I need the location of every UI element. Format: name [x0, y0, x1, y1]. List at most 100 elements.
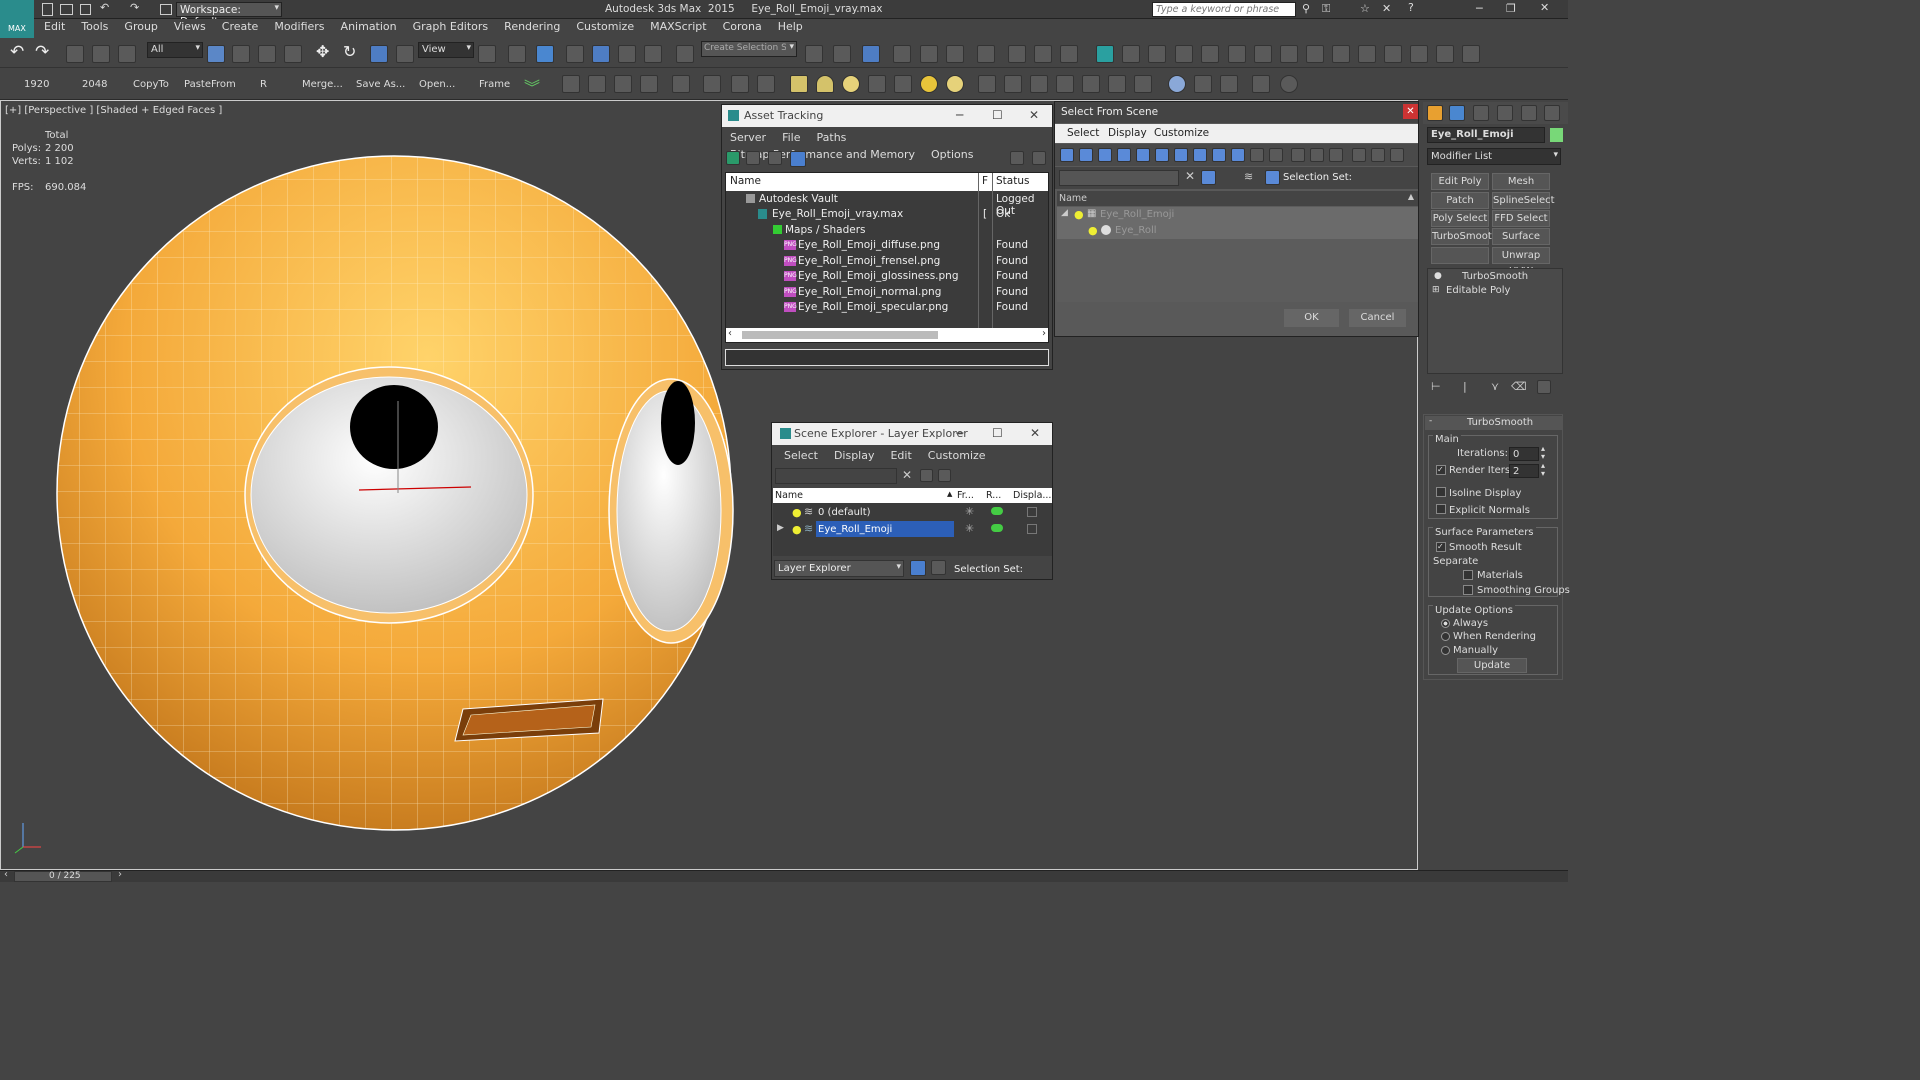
material-sphere-icon[interactable] [1168, 75, 1186, 93]
render-iters-input[interactable]: 2 [1509, 464, 1539, 478]
light-icon[interactable] [1096, 45, 1114, 63]
asset-menu-paths[interactable]: Paths [809, 129, 855, 146]
shelf-tool-icon[interactable] [562, 75, 580, 93]
spline-select-button[interactable]: SplineSelect [1492, 192, 1555, 209]
minimize-icon[interactable]: ─ [956, 108, 963, 122]
shelf-r[interactable]: R [260, 79, 267, 90]
shelf-2048[interactable]: 2048 [82, 79, 107, 90]
bitmap-icon[interactable] [1201, 45, 1219, 63]
show-end-result-icon[interactable]: | [1463, 380, 1467, 393]
workspace-dropdown[interactable]: Workspace: Default ▾ [176, 2, 282, 28]
shelf-tool-icon[interactable] [1194, 75, 1212, 93]
clear-search-icon[interactable]: ✕ [1185, 169, 1195, 183]
shelf-tool-icon[interactable] [1004, 75, 1022, 93]
grid-icon[interactable] [1306, 45, 1324, 63]
select-object-icon[interactable] [207, 45, 225, 63]
new-icon[interactable] [42, 3, 53, 16]
angle-snap-icon[interactable] [592, 45, 610, 63]
hierarchy-toggle-icon[interactable] [1265, 170, 1280, 185]
named-selection-dropdown[interactable]: Create Selection Se ▾ [701, 41, 797, 57]
le-menu-customize[interactable]: Customize [920, 447, 994, 464]
camera-icon[interactable] [1228, 45, 1246, 63]
menu-create[interactable]: Create [214, 19, 267, 34]
sfs-list-header[interactable]: Name ▲ [1057, 191, 1418, 206]
manipulate-icon[interactable] [508, 45, 526, 63]
restore-icon[interactable]: ❐ [1506, 2, 1516, 15]
utilities-tab-icon[interactable] [1544, 105, 1560, 121]
display-all-icon[interactable] [1291, 148, 1305, 162]
sfs-menu-customize[interactable]: Customize [1154, 127, 1209, 139]
layer-manager-icon[interactable] [862, 45, 880, 63]
unlink-icon[interactable] [92, 45, 110, 63]
maximize-icon[interactable]: ☐ [992, 426, 1003, 440]
wire-icon[interactable] [1436, 45, 1454, 63]
sfs-cancel-button[interactable]: Cancel [1349, 309, 1406, 327]
scroll-left-icon[interactable]: ‹ [728, 328, 732, 339]
table-row[interactable]: PNG Eye_Roll_Emoji_glossiness.png Found [726, 269, 1048, 284]
filter-bones-icon[interactable] [1212, 148, 1226, 162]
ffd-select-button[interactable]: FFD Select [1492, 210, 1550, 227]
table-row[interactable]: Autodesk Vault Logged Out [726, 192, 1048, 217]
shelf-frame[interactable]: Frame [479, 79, 510, 90]
shelf-tool-icon[interactable] [1030, 75, 1048, 93]
maximize-icon[interactable]: ☐ [992, 108, 1003, 122]
teapot-icon[interactable] [1254, 45, 1272, 63]
smoothing-groups-checkbox[interactable] [1463, 585, 1473, 595]
shelf-tool-icon[interactable] [672, 75, 690, 93]
menu-views[interactable]: Views [166, 19, 214, 34]
keyboard-shortcut-icon[interactable] [536, 45, 554, 63]
create-tab-icon[interactable] [1427, 105, 1443, 121]
shelf-tool-icon[interactable] [868, 75, 886, 93]
sfs-menu-select[interactable]: Select [1067, 127, 1099, 139]
layer-explorer-titlebar[interactable]: Scene Explorer - Layer Explorer ─ ☐ ✕ [772, 423, 1052, 445]
schematic-view-icon[interactable] [946, 45, 964, 63]
help-icon[interactable]: ? [1408, 1, 1414, 14]
asset-menu-file[interactable]: File [774, 129, 808, 146]
undo-icon[interactable]: ↶ [100, 1, 109, 14]
smooth-result-checkbox[interactable]: ✓ [1436, 542, 1446, 552]
horizontal-scrollbar[interactable]: ‹ › [726, 328, 1048, 342]
ribbon-icon[interactable] [893, 45, 911, 63]
details-icon[interactable] [768, 151, 782, 165]
select-by-name-icon[interactable] [232, 45, 250, 63]
sun-light-icon[interactable] [920, 75, 938, 93]
clear-search-icon[interactable]: ✕ [902, 468, 912, 482]
viewport-icon[interactable] [1358, 45, 1376, 63]
shelf-tool-icon[interactable] [978, 75, 996, 93]
freeze-icon[interactable]: ✳ [965, 522, 974, 535]
display-none-icon[interactable] [1310, 148, 1324, 162]
close-icon[interactable]: ✕ [1029, 108, 1039, 122]
ref-coord-dropdown[interactable]: View ▾ [418, 42, 474, 58]
shelf-tool-icon[interactable] [1134, 75, 1152, 93]
spinner-snap-icon[interactable] [644, 45, 662, 63]
shelf-tool-icon[interactable] [1252, 75, 1270, 93]
light-bulb-icon[interactable]: ● [1074, 208, 1084, 221]
refresh-icon[interactable] [1280, 45, 1298, 63]
configure-sets-icon[interactable] [1537, 380, 1551, 394]
hierarchy-mode-icon[interactable] [931, 560, 946, 575]
star-icon[interactable]: ☆ [1360, 2, 1370, 15]
key-icon[interactable]: ⚿ [1322, 2, 1330, 16]
rendered-frame-icon[interactable] [1034, 45, 1052, 63]
table-row[interactable]: Maps / Shaders [726, 223, 1048, 238]
sphere-icon[interactable] [842, 75, 860, 93]
project-folder-icon[interactable] [160, 4, 172, 15]
menu-group[interactable]: Group [116, 19, 166, 34]
motion-tab-icon[interactable] [1497, 105, 1513, 121]
help-icon[interactable] [1032, 151, 1046, 165]
isoline-checkbox[interactable] [1436, 487, 1446, 497]
redo-button-icon[interactable]: ↷ [35, 42, 49, 62]
layer-row[interactable]: ▶ ● ≋ Eye_Roll_Emoji ✳ [773, 521, 1052, 538]
minimize-icon[interactable]: ─ [1476, 2, 1483, 15]
col-status[interactable]: Status [996, 175, 1029, 187]
close-icon[interactable]: ✕ [1540, 1, 1549, 14]
filter-frozen-icon[interactable] [1250, 148, 1264, 162]
layer-row[interactable]: ● ≋ 0 (default) ✳ [773, 504, 1052, 521]
scroll-thumb[interactable] [742, 331, 938, 339]
menu-maxscript[interactable]: MAXScript [642, 19, 714, 34]
render-teapot-icon[interactable] [991, 507, 1003, 515]
filter-groups-icon[interactable] [1174, 148, 1188, 162]
asset-menu-server[interactable]: Server [722, 129, 774, 146]
find-filter-icon[interactable] [1201, 170, 1216, 185]
menu-animation[interactable]: Animation [333, 19, 405, 34]
